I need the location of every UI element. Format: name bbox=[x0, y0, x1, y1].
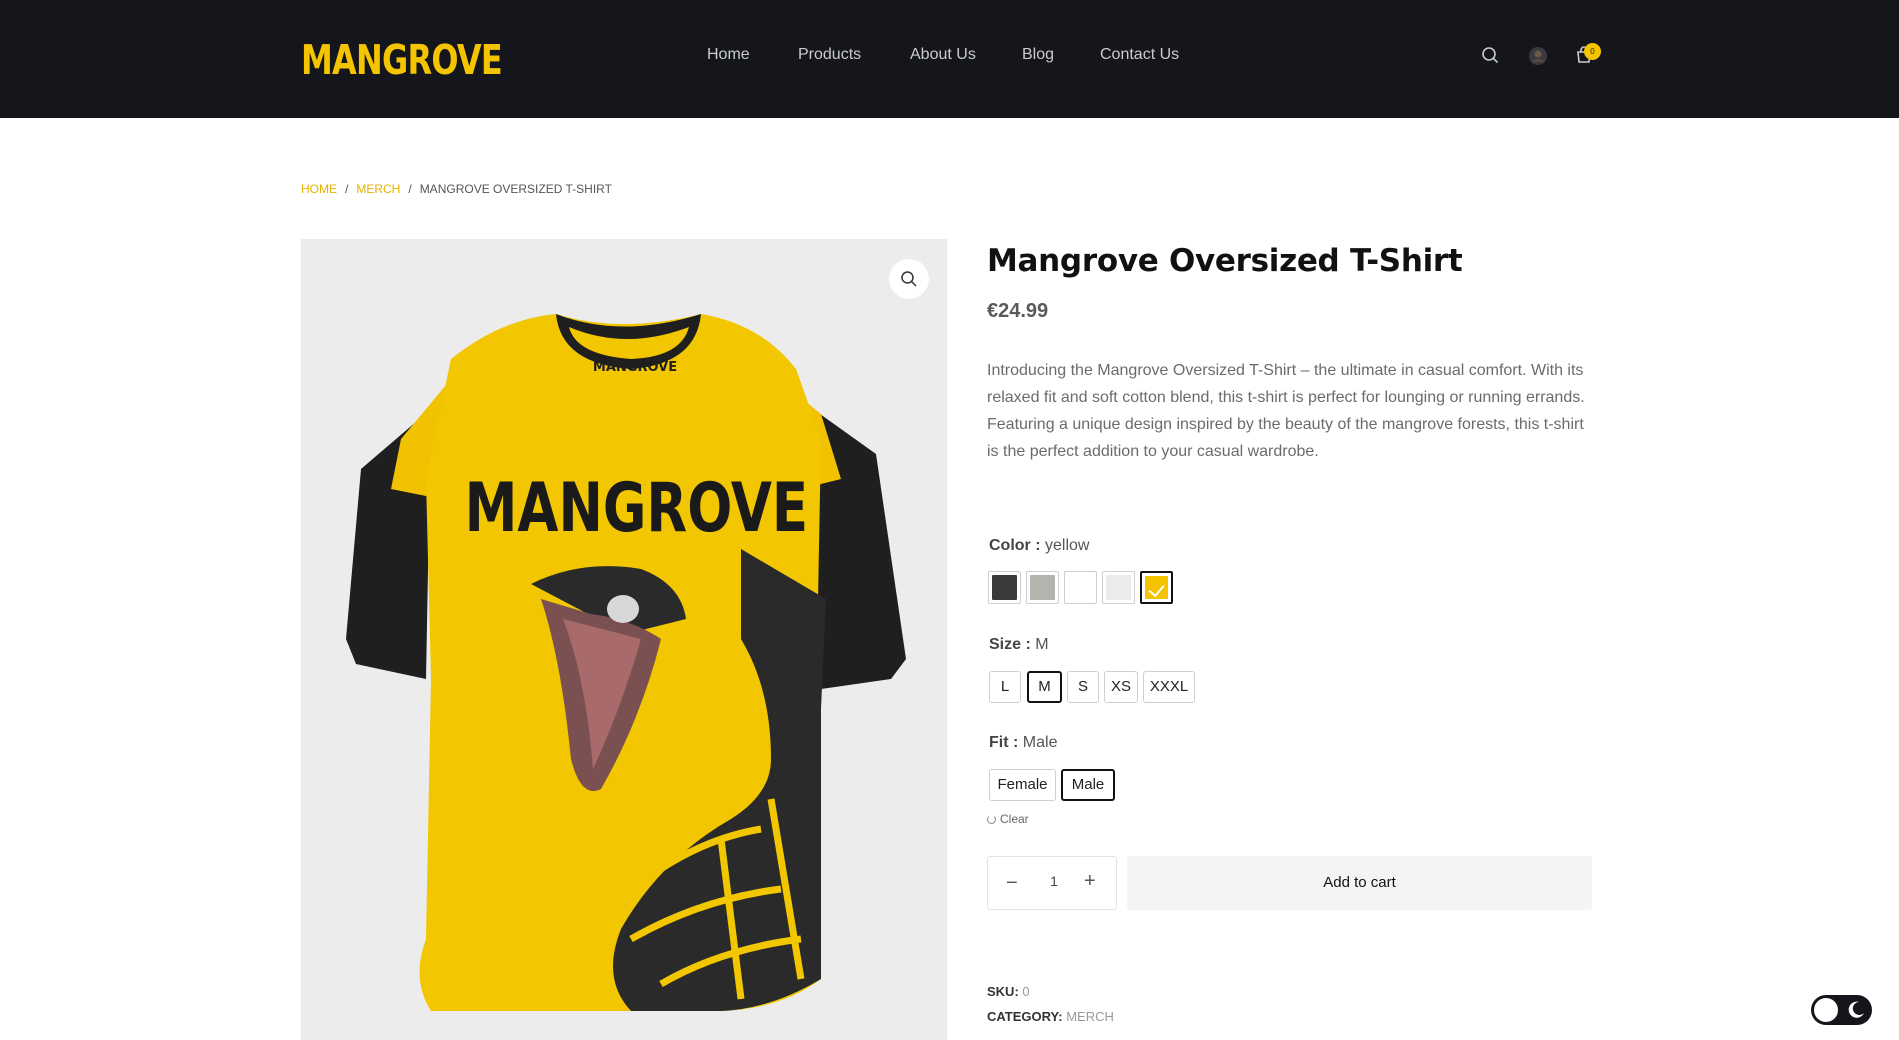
product-image[interactable]: MANGROVE MANGROVE bbox=[301, 239, 947, 1040]
cart-count-badge: 0 bbox=[1584, 43, 1601, 60]
color-selected-value: yellow bbox=[1045, 537, 1090, 554]
tshirt-illustration: MANGROVE MANGROVE bbox=[346, 314, 906, 1011]
zoom-icon bbox=[901, 271, 917, 287]
category-link[interactable]: MERCH bbox=[1066, 1009, 1114, 1024]
color-swatch-gray[interactable] bbox=[1026, 571, 1059, 604]
zoom-button[interactable] bbox=[889, 259, 929, 299]
color-swatch-white[interactable] bbox=[1064, 571, 1097, 604]
qty-increase-button[interactable]: + bbox=[1084, 870, 1096, 893]
search-icon[interactable] bbox=[1480, 45, 1504, 69]
nav-contact-us[interactable]: Contact Us bbox=[1100, 46, 1179, 64]
color-label: Color : yellow bbox=[989, 537, 1090, 554]
size-option-s[interactable]: S bbox=[1067, 671, 1099, 703]
size-option-xs[interactable]: XS bbox=[1104, 671, 1138, 703]
breadcrumb-current: MANGROVE OVERSIZED T-SHIRT bbox=[419, 182, 612, 196]
nav-about-us[interactable]: About Us bbox=[910, 46, 976, 64]
quantity-input[interactable]: 1 bbox=[1044, 873, 1064, 889]
breadcrumb-separator: / bbox=[345, 182, 349, 196]
size-option-l[interactable]: L bbox=[989, 671, 1021, 703]
product-description: Introducing the Mangrove Oversized T-Shi… bbox=[987, 362, 1585, 460]
clear-selection-link[interactable]: Clear bbox=[987, 812, 1029, 826]
moon-icon bbox=[1848, 1001, 1864, 1018]
product-category: CATEGORY: MERCH bbox=[987, 1009, 1114, 1024]
chest-print: MANGROVE bbox=[465, 469, 808, 548]
product-price: €24.99 bbox=[987, 300, 1049, 322]
nav-products[interactable]: Products bbox=[798, 46, 861, 64]
breadcrumb-merch[interactable]: MERCH bbox=[356, 182, 400, 196]
sku-value: 0 bbox=[1022, 984, 1030, 999]
color-swatch-yellow[interactable] bbox=[1140, 571, 1173, 604]
breadcrumb-separator: / bbox=[408, 182, 412, 196]
product-sku: SKU: 0 bbox=[987, 984, 1030, 999]
toggle-knob bbox=[1814, 998, 1838, 1022]
nav-home[interactable]: Home bbox=[707, 46, 750, 64]
check-icon bbox=[1148, 580, 1165, 598]
color-swatch-dark-gray[interactable] bbox=[988, 571, 1021, 604]
breadcrumb-home[interactable]: HOME bbox=[301, 182, 337, 196]
product-title: Mangrove Oversized T-Shirt bbox=[987, 243, 1463, 279]
quantity-stepper: − 1 + bbox=[987, 856, 1117, 910]
account-icon[interactable] bbox=[1527, 45, 1551, 69]
site-header: MANGROVE Home Products About Us Blog Con… bbox=[0, 0, 1899, 118]
snake-eye bbox=[607, 595, 639, 623]
fit-label: Fit : Male bbox=[989, 734, 1058, 751]
reset-icon bbox=[987, 815, 996, 824]
site-logo[interactable]: MANGROVE bbox=[301, 36, 503, 84]
nav-blog[interactable]: Blog bbox=[1022, 46, 1054, 64]
size-label: Size : M bbox=[989, 636, 1049, 653]
size-option-xxxl[interactable]: XXXL bbox=[1143, 671, 1195, 703]
breadcrumb: HOME / MERCH / MANGROVE OVERSIZED T-SHIRT bbox=[301, 182, 612, 196]
fit-option-male[interactable]: Male bbox=[1061, 769, 1115, 801]
add-to-cart-button[interactable]: Add to cart bbox=[1127, 856, 1592, 910]
size-selected-value: M bbox=[1035, 636, 1049, 653]
collar-print: MANGROVE bbox=[593, 360, 677, 375]
qty-decrease-button[interactable]: − bbox=[1006, 872, 1018, 895]
color-swatch-light-gray[interactable] bbox=[1102, 571, 1135, 604]
fit-option-female[interactable]: Female bbox=[989, 769, 1056, 801]
fit-selected-value: Male bbox=[1022, 734, 1058, 751]
dark-mode-toggle[interactable] bbox=[1811, 995, 1872, 1025]
clear-label: Clear bbox=[1000, 812, 1029, 826]
size-option-m[interactable]: M bbox=[1027, 671, 1062, 703]
